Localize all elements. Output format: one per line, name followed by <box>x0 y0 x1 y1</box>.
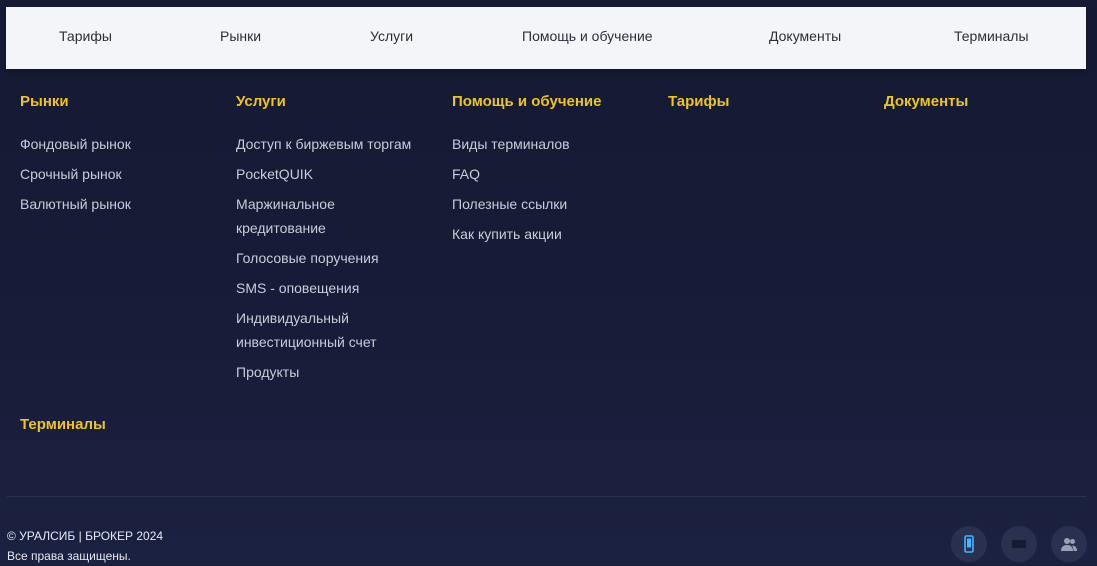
link-exchange-access[interactable]: Доступ к биржевым торгам <box>236 132 426 156</box>
link-margin-lending[interactable]: Маржинальное кредитование <box>236 192 376 240</box>
link-sms-alerts[interactable]: SMS - оповещения <box>236 276 426 300</box>
copyright-text: © УРАЛСИБ | БРОКЕР 2024 <box>7 529 164 543</box>
footer-column-tariffs: Тарифы <box>668 92 878 132</box>
column-heading-markets[interactable]: Рынки <box>20 92 230 112</box>
column-heading-terminals[interactable]: Терминалы <box>20 416 106 433</box>
column-heading-services[interactable]: Услуги <box>236 92 426 112</box>
link-useful-links[interactable]: Полезные ссылки <box>452 192 662 216</box>
column-heading-tariffs[interactable]: Тарифы <box>668 92 878 112</box>
community-icon <box>1061 538 1077 551</box>
link-pocketquik[interactable]: PocketQUIK <box>236 162 426 186</box>
link-futures-market[interactable]: Срочный рынок <box>20 162 230 186</box>
link-iis[interactable]: Индивидуальный инвестиционный счет <box>236 306 396 354</box>
column-heading-help[interactable]: Помощь и обучение <box>452 92 662 112</box>
top-navigation: Тарифы Рынки Услуги Помощь и обучение До… <box>6 7 1086 69</box>
footer-divider <box>7 496 1086 497</box>
nav-documents[interactable]: Документы <box>769 28 841 44</box>
nav-help[interactable]: Помощь и обучение <box>522 28 653 44</box>
link-products[interactable]: Продукты <box>236 360 426 384</box>
nav-markets[interactable]: Рынки <box>220 28 261 44</box>
footer-column-services: Услуги Доступ к биржевым торгам PocketQU… <box>236 92 426 390</box>
link-how-to-buy[interactable]: Как купить акции <box>452 222 662 246</box>
footer-column-documents: Документы <box>884 92 1094 132</box>
footer-column-help: Помощь и обучение Виды терминалов FAQ По… <box>452 92 662 252</box>
video-button[interactable] <box>1001 526 1037 562</box>
nav-terminals[interactable]: Терминалы <box>954 28 1029 44</box>
link-terminal-types[interactable]: Виды терминалов <box>452 132 662 156</box>
link-stock-market[interactable]: Фондовый рынок <box>20 132 230 156</box>
footer-column-markets: Рынки Фондовый рынок Срочный рынок Валют… <box>20 92 230 222</box>
video-icon <box>1012 540 1026 548</box>
link-voice-orders[interactable]: Голосовые поручения <box>236 246 426 270</box>
community-button[interactable] <box>1051 526 1087 562</box>
copyright-block: © УРАЛСИБ | БРОКЕР 2024 Все права защище… <box>7 526 163 566</box>
nav-tariffs[interactable]: Тарифы <box>59 28 112 44</box>
link-currency-market[interactable]: Валютный рынок <box>20 192 230 216</box>
mobile-phone-icon <box>964 535 974 553</box>
column-heading-documents[interactable]: Документы <box>884 92 1094 112</box>
nav-services[interactable]: Услуги <box>370 28 413 44</box>
rights-text: Все права защищены. <box>7 549 131 563</box>
mobile-app-button[interactable] <box>951 526 987 562</box>
link-faq[interactable]: FAQ <box>452 162 662 186</box>
